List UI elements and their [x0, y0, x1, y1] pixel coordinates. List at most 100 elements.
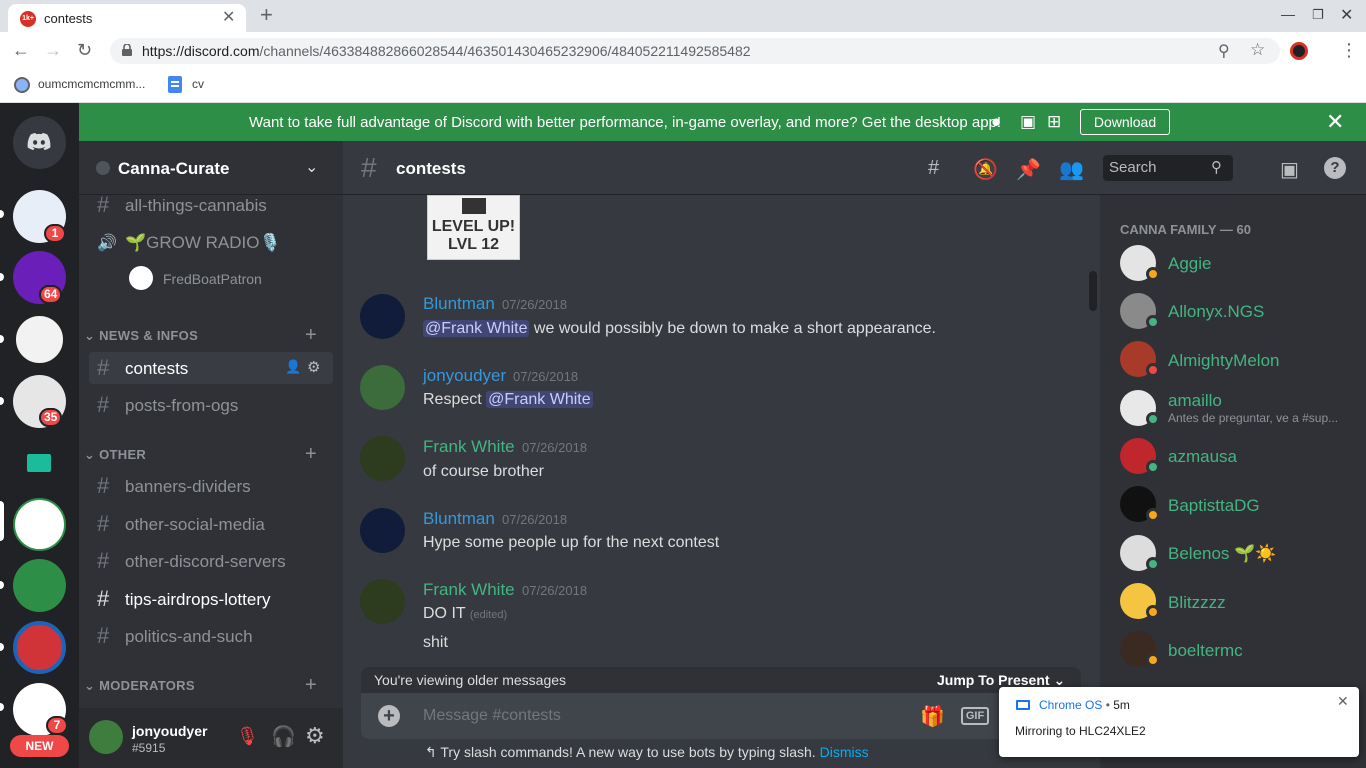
inbox-icon[interactable]: ▣ [1280, 157, 1299, 182]
headphones-icon[interactable]: 🎧 [271, 724, 296, 749]
member-name[interactable]: Aggie [1168, 254, 1211, 274]
message-input[interactable]: Message #contests [423, 707, 561, 725]
notification-header: Chrome OS • 5m [1039, 698, 1130, 712]
add-channel-icon[interactable]: + [305, 674, 317, 697]
message-avatar[interactable] [360, 436, 405, 481]
server-icon-brothers[interactable] [13, 313, 66, 366]
extension-icon[interactable] [1290, 42, 1308, 60]
doc-icon [168, 76, 182, 93]
member-custom-status: Antes de preguntar, ve a #sup... [1168, 411, 1339, 425]
voice-user-name[interactable]: FredBoatPatron [163, 271, 262, 287]
chrome-menu-icon[interactable]: ⋮ [1340, 40, 1358, 61]
discord-favicon-icon: 1k+ [20, 11, 36, 27]
message-author[interactable]: Bluntman [423, 509, 495, 529]
back-icon[interactable]: ← [12, 40, 30, 61]
channel-item-selected[interactable]: # contests 👤 ⚙ [89, 352, 333, 384]
message-author[interactable]: jonyoudyer [423, 366, 506, 386]
help-icon[interactable]: ? [1324, 157, 1346, 179]
mute-bell-icon[interactable]: 🔕 [973, 157, 998, 182]
gift-icon[interactable]: 🎁 [920, 704, 945, 729]
chat-scrollbar[interactable] [1089, 271, 1097, 311]
os-notification[interactable]: Chrome OS • 5m ✕ Mirroring to HLC24XLE2 [999, 687, 1359, 757]
bookmark-star-icon[interactable]: ☆ [1250, 40, 1265, 60]
message-content: DO IT (edited) [423, 605, 507, 623]
bookmark-item[interactable]: cv [192, 77, 204, 91]
level-number-line: LVL 12 [448, 236, 499, 253]
address-bar[interactable]: https://discord.com/channels/46338488286… [110, 38, 1280, 64]
notification-close-icon[interactable]: ✕ [1337, 693, 1349, 710]
reload-icon[interactable]: ↻ [77, 40, 92, 61]
dismiss-link[interactable]: Dismiss [820, 744, 869, 760]
new-tab-icon[interactable]: + [260, 3, 273, 27]
tab-close-icon[interactable]: ✕ [222, 7, 235, 27]
search-icon: ⚲ [1211, 159, 1222, 176]
channel-item[interactable]: # banners-dividers [89, 470, 333, 502]
user-mention[interactable]: @Frank White [423, 320, 530, 337]
zoom-icon[interactable]: ⚲ [1218, 41, 1230, 61]
search-input[interactable]: Search ⚲ [1103, 155, 1233, 181]
member-name[interactable]: BaptisttaDG [1168, 496, 1260, 516]
server-header[interactable]: Canna-Curate ⌄ [79, 141, 343, 195]
minimize-icon[interactable]: — [1281, 6, 1295, 22]
message-author[interactable]: Frank White [423, 437, 515, 457]
channel-item[interactable]: # other-discord-servers [89, 545, 333, 577]
member-name[interactable]: amaillo [1168, 391, 1222, 411]
mute-mic-icon[interactable]: 🎙 [236, 726, 259, 747]
pin-icon[interactable]: 📌 [1016, 157, 1041, 182]
chevron-down-icon[interactable]: ⌄ [305, 157, 318, 177]
add-channel-icon[interactable]: + [305, 443, 317, 466]
member-name[interactable]: azmausa [1168, 447, 1237, 467]
add-channel-icon[interactable]: + [305, 324, 317, 347]
message-avatar[interactable] [360, 508, 405, 553]
message-author[interactable]: Frank White [423, 580, 515, 600]
channel-item[interactable]: # other-social-media [89, 508, 333, 540]
slash-tip-text: Try slash commands! A new way to use bot… [440, 744, 816, 760]
message-author[interactable]: Bluntman [423, 294, 495, 314]
channel-item[interactable]: # all-things-cannabis [89, 189, 333, 221]
user-settings-gear-icon[interactable]: ⚙ [305, 723, 325, 749]
status-online-icon [1146, 412, 1160, 426]
member-name[interactable]: AlmightyMelon [1168, 351, 1280, 371]
banner-close-icon[interactable]: ✕ [1326, 109, 1344, 135]
user-mention[interactable]: @Frank White [486, 391, 593, 408]
member-list-icon[interactable]: 👥 [1059, 157, 1084, 182]
browser-tab[interactable]: 1k+ contests ✕ [8, 4, 246, 32]
user-avatar[interactable] [89, 720, 123, 754]
message-avatar[interactable] [360, 365, 405, 410]
member-name[interactable]: boeltermc [1168, 641, 1243, 661]
download-button[interactable]: Download [1080, 109, 1170, 135]
member-name[interactable]: Belenos 🌱☀️ [1168, 544, 1277, 564]
category-moderators[interactable]: ⌄ MODERATORS [84, 678, 195, 694]
channel-label: politics-and-such [125, 627, 253, 646]
threads-icon[interactable]: # [928, 157, 939, 180]
server-folder[interactable] [13, 439, 66, 492]
upload-plus-icon[interactable]: + [378, 705, 400, 727]
message-content: Hype some people up for the next contest [423, 534, 720, 551]
channel-item-unread[interactable]: # tips-airdrops-lottery [89, 583, 333, 615]
gif-button[interactable]: GIF [961, 707, 989, 725]
hash-icon: # [97, 192, 110, 217]
status-idle-icon [1146, 653, 1160, 667]
channel-item[interactable]: # politics-and-such [89, 620, 333, 652]
voice-channel[interactable]: 🔊 🌱GROW RADIO🎙️ [89, 226, 333, 258]
discord-home-button[interactable] [13, 116, 66, 169]
gear-icon[interactable]: ⚙ [307, 358, 320, 376]
server-icon-leaf[interactable] [13, 559, 66, 612]
category-news[interactable]: ⌄ NEWS & INFOS [84, 328, 198, 344]
message-avatar[interactable] [360, 294, 405, 339]
server-icon-ocd[interactable] [13, 621, 66, 674]
invite-icon[interactable]: 👤 [285, 359, 301, 375]
bookmark-item[interactable]: oumcmcmcmcmm... [38, 77, 145, 91]
member-name[interactable]: Blitzzzz [1168, 593, 1226, 613]
hash-icon: # [97, 392, 110, 417]
server-icon-canna-curate[interactable] [13, 498, 66, 551]
category-other[interactable]: ⌄ OTHER [84, 447, 146, 463]
channel-label: all-things-cannabis [125, 196, 267, 215]
maximize-icon[interactable]: ❐ [1312, 7, 1324, 23]
channel-item[interactable]: # posts-from-ogs [89, 389, 333, 421]
forward-icon[interactable]: → [44, 40, 62, 61]
message-avatar[interactable] [360, 579, 405, 624]
member-category: CANNA FAMILY — 60 [1120, 222, 1251, 237]
member-name[interactable]: Allonyx.NGS [1168, 302, 1264, 322]
window-close-icon[interactable]: ✕ [1340, 5, 1353, 25]
